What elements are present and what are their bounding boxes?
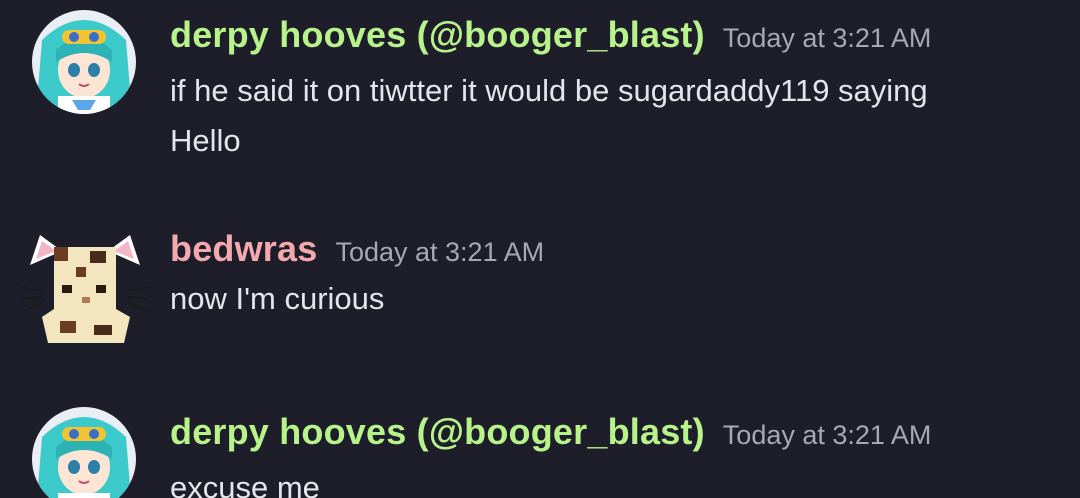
message-header: derpy hooves (@booger_blast) Today at 3:2… bbox=[170, 411, 931, 453]
message-item[interactable]: derpy hooves (@booger_blast) Today at 3:2… bbox=[0, 0, 1080, 200]
miku-avatar-icon bbox=[32, 407, 136, 498]
message-content: now I'm curious bbox=[170, 274, 1050, 324]
message-timestamp[interactable]: Today at 3:21 AM bbox=[723, 420, 932, 450]
message-item[interactable]: bedwras Today at 3:21 AM now I'm curious bbox=[0, 200, 1080, 390]
user-avatar[interactable] bbox=[32, 407, 136, 498]
message-header: bedwras Today at 3:21 AM bbox=[170, 228, 544, 270]
cat-block-avatar-icon bbox=[20, 235, 150, 343]
author-name[interactable]: bedwras bbox=[170, 228, 317, 269]
message-item[interactable]: derpy hooves (@booger_blast) Today at 3:2… bbox=[0, 395, 1080, 498]
author-name[interactable]: derpy hooves (@booger_blast) bbox=[170, 14, 705, 55]
miku-avatar-icon bbox=[32, 10, 136, 114]
message-content: if he said it on tiwtter it would be sug… bbox=[170, 66, 1050, 166]
message-timestamp[interactable]: Today at 3:21 AM bbox=[723, 23, 932, 53]
message-line: Hello bbox=[170, 123, 241, 158]
user-avatar[interactable] bbox=[32, 10, 136, 114]
message-line: if he said it on tiwtter it would be sug… bbox=[170, 73, 928, 108]
message-line: now I'm curious bbox=[170, 281, 385, 316]
message-timestamp[interactable]: Today at 3:21 AM bbox=[335, 237, 544, 267]
chat-message-list: derpy hooves (@booger_blast) Today at 3:2… bbox=[0, 0, 1080, 498]
author-name[interactable]: derpy hooves (@booger_blast) bbox=[170, 411, 705, 452]
user-avatar[interactable] bbox=[20, 225, 150, 345]
message-header: derpy hooves (@booger_blast) Today at 3:2… bbox=[170, 14, 931, 56]
message-line: excuse me bbox=[170, 470, 320, 498]
message-content: excuse me bbox=[170, 463, 1050, 498]
